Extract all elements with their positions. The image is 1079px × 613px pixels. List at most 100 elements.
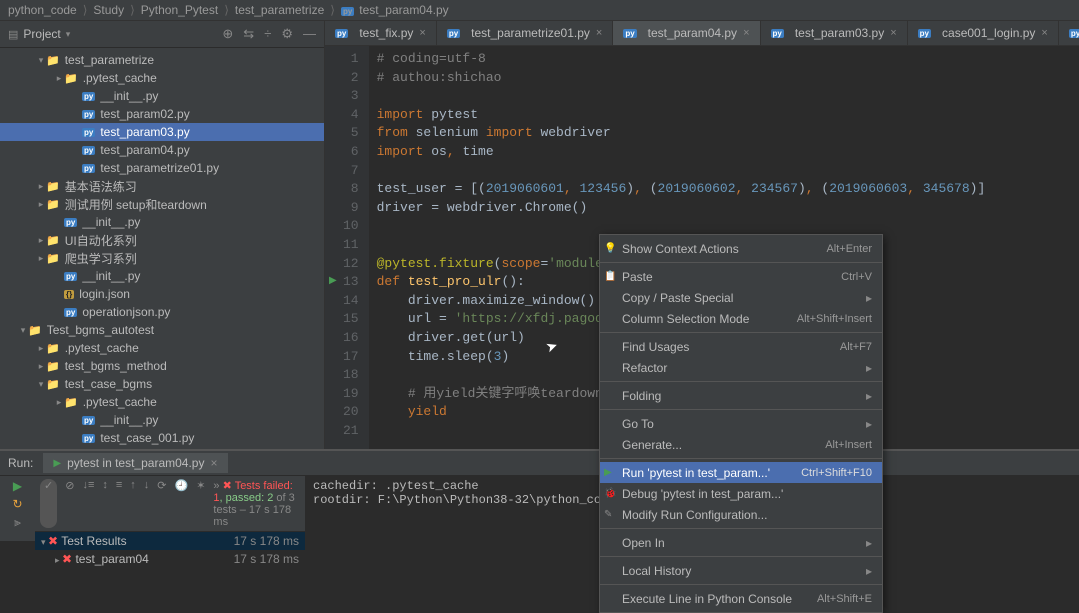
menu-icon: 📋 <box>604 271 616 282</box>
breadcrumb-part[interactable]: test_parametrize <box>235 3 324 17</box>
menu-item[interactable]: ✎Modify Run Configuration... <box>600 504 882 525</box>
filter-ignored-icon[interactable]: ⊘ <box>65 479 74 528</box>
folder-icon: 📁 <box>46 378 60 391</box>
close-icon[interactable]: × <box>1041 27 1047 39</box>
project-tree[interactable]: ▾📁test_parametrize▸📁.pytest_cachepy__ini… <box>0 48 324 451</box>
rerun-failed-icon[interactable]: ↻ <box>12 497 22 511</box>
tree-item[interactable]: ▸📁.pytest_cache <box>0 339 324 357</box>
close-icon[interactable]: × <box>419 27 425 39</box>
menu-item[interactable]: Find UsagesAlt+F7 <box>600 336 882 357</box>
python-icon: py <box>82 164 95 173</box>
close-icon[interactable]: × <box>596 27 602 39</box>
tree-item[interactable]: ▸📁test_bgms_method <box>0 357 324 375</box>
folder-icon: 📁 <box>64 396 78 409</box>
breadcrumb-file[interactable]: test_param04.py <box>359 3 448 17</box>
menu-item[interactable]: Execute Line in Python ConsoleAlt+Shift+… <box>600 588 882 609</box>
run-panel: Run: ▶ pytest in test_param04.py × ▶ ↻ ⫸… <box>0 449 1079 539</box>
menu-icon: ✎ <box>604 509 612 520</box>
menu-item[interactable]: Folding▸ <box>600 385 882 406</box>
collapse-icon[interactable]: ÷ <box>264 26 271 42</box>
python-icon: py <box>82 92 95 101</box>
menu-item[interactable]: 🐞Debug 'pytest in test_param...' <box>600 483 882 504</box>
filter-passed-icon[interactable]: ✓ <box>40 479 57 528</box>
tree-item[interactable]: pytest_param04.py <box>0 141 324 159</box>
menu-item[interactable]: 💡Show Context ActionsAlt+Enter <box>600 238 882 259</box>
test-row[interactable]: ▸ ✖ test_param04 17 s 178 ms <box>35 550 305 568</box>
close-icon[interactable]: × <box>743 27 749 39</box>
editor-tab[interactable]: pycase001_login.py× <box>908 21 1059 45</box>
hide-icon[interactable]: — <box>303 26 316 42</box>
expand-icon[interactable]: ⇆ <box>243 26 254 42</box>
run-tab[interactable]: ▶ pytest in test_param04.py × <box>43 453 227 473</box>
menu-item[interactable]: Column Selection ModeAlt+Shift+Insert <box>600 308 882 329</box>
menu-separator <box>600 584 882 585</box>
menu-separator <box>600 528 882 529</box>
run-icon: ▶ <box>53 458 61 469</box>
menu-item[interactable]: Go To▸ <box>600 413 882 434</box>
tree-item[interactable]: pytest_param03.py <box>0 123 324 141</box>
next-icon[interactable]: ↓ <box>144 479 150 528</box>
tree-item[interactable]: {}login.json <box>0 285 324 303</box>
breadcrumb-part[interactable]: Python_Pytest <box>141 3 218 17</box>
menu-item[interactable]: Refactor▸ <box>600 357 882 378</box>
tree-item[interactable]: pytest_case_001.py <box>0 429 324 447</box>
rerun-icon[interactable]: ▶ <box>13 479 22 493</box>
tree-item[interactable]: pyoperationjson.py <box>0 303 324 321</box>
prev-icon[interactable]: ↑ <box>130 479 136 528</box>
folder-icon: 📁 <box>28 324 42 337</box>
folder-icon: 📁 <box>64 72 78 85</box>
run-label: Run: <box>8 456 33 470</box>
project-sidebar: ▤ Project ▾ ⊕ ⇆ ÷ ⚙ — ▾📁test_parametrize… <box>0 21 325 451</box>
breadcrumb-part[interactable]: python_code <box>8 3 77 17</box>
tree-item[interactable]: ▾📁test_parametrize <box>0 51 324 69</box>
menu-separator <box>600 332 882 333</box>
settings-icon[interactable]: ⚙ <box>281 26 293 42</box>
menu-item[interactable]: Local History▸ <box>600 560 882 581</box>
tree-item[interactable]: ▸📁爬虫学习系列 <box>0 249 324 267</box>
menu-item[interactable]: Open In▸ <box>600 532 882 553</box>
tree-item[interactable]: ▸📁基本语法练习 <box>0 177 324 195</box>
python-icon: py <box>447 29 460 38</box>
tree-item[interactable]: ▾📁test_case_bgms <box>0 375 324 393</box>
tree-item[interactable]: ▸📁.pytest_cache <box>0 393 324 411</box>
python-icon: py <box>341 7 354 16</box>
history-icon[interactable]: 🕘 <box>175 479 189 528</box>
tree-item[interactable]: py__init__.py <box>0 411 324 429</box>
tree-item[interactable]: ▸📁UI自动化系列 <box>0 231 324 249</box>
menu-item[interactable]: 📋PasteCtrl+V <box>600 266 882 287</box>
tree-item[interactable]: pytest_parametrize01.py <box>0 159 324 177</box>
project-title[interactable]: Project <box>23 27 60 41</box>
folder-icon: 📁 <box>46 252 60 265</box>
collapse-all-icon[interactable]: ≡ <box>116 479 122 528</box>
editor-tab[interactable]: pytest_case_00× <box>1059 21 1079 45</box>
tree-item[interactable]: pytest_param02.py <box>0 105 324 123</box>
sort-icon[interactable]: ↓≡ <box>82 479 94 528</box>
context-menu: 💡Show Context ActionsAlt+Enter 📋PasteCtrl… <box>599 234 883 613</box>
tree-item[interactable]: ▾📁Test_bgms_autotest <box>0 321 324 339</box>
menu-icon: 🐞 <box>604 488 616 499</box>
more-icon[interactable]: ✶ <box>196 479 205 528</box>
close-icon[interactable]: × <box>890 27 896 39</box>
tree-item[interactable]: ▸📁.pytest_cache <box>0 69 324 87</box>
export-icon[interactable]: ⟳ <box>157 479 166 528</box>
editor-tabs: pytest_fix.py×pytest_parametrize01.py×py… <box>325 21 1079 46</box>
test-results-row[interactable]: ▾ ✖ Test Results 17 s 178 ms <box>35 532 305 550</box>
expand-all-icon[interactable]: ↕ <box>102 479 108 528</box>
tree-item[interactable]: py__init__.py <box>0 213 324 231</box>
gutter: 123456789101112▶131415161718192021 <box>325 46 369 451</box>
menu-item[interactable]: Generate...Alt+Insert <box>600 434 882 455</box>
locate-icon[interactable]: ⊕ <box>222 26 233 42</box>
menu-item[interactable]: Copy / Paste Special▸ <box>600 287 882 308</box>
editor-tab[interactable]: pytest_parametrize01.py× <box>437 21 614 45</box>
editor-tab[interactable]: pytest_param04.py× <box>613 21 760 45</box>
menu-separator <box>600 381 882 382</box>
tree-item[interactable]: ▸📁测试用例 setup和teardown <box>0 195 324 213</box>
menu-item[interactable]: ▶Run 'pytest in test_param...'Ctrl+Shift… <box>600 462 882 483</box>
editor-tab[interactable]: pytest_fix.py× <box>325 21 437 45</box>
tree-item[interactable]: py__init__.py <box>0 267 324 285</box>
tree-item[interactable]: py__init__.py <box>0 87 324 105</box>
toggle-icon[interactable]: ⫸ <box>14 515 21 530</box>
breadcrumb-part[interactable]: Study <box>93 3 124 17</box>
python-icon: py <box>64 218 77 227</box>
editor-tab[interactable]: pytest_param03.py× <box>761 21 908 45</box>
